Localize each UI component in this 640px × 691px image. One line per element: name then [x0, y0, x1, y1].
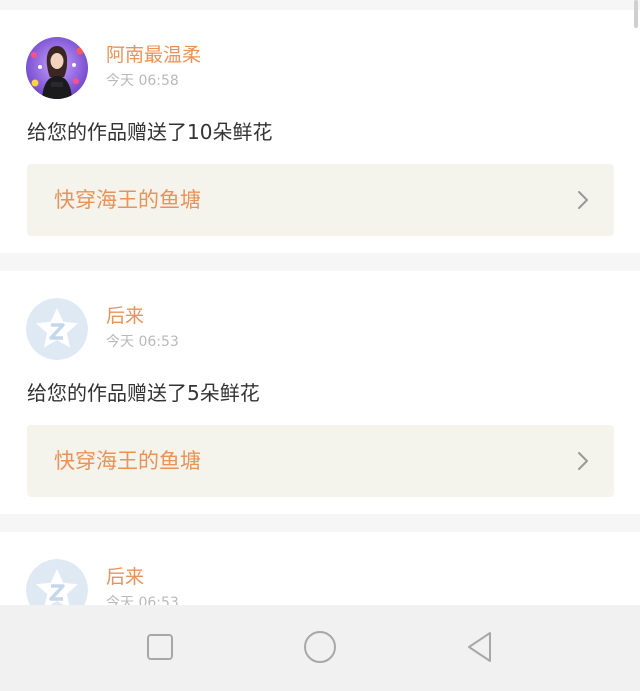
home-button[interactable] [300, 627, 340, 667]
default-avatar[interactable] [26, 559, 88, 605]
gift-feed: 阿南最温柔 今天 06:58 给您的作品赠送了10朵鲜花 快穿海王的鱼塘 后来 … [0, 0, 640, 605]
default-avatar[interactable] [26, 298, 88, 360]
user-avatar[interactable] [26, 37, 88, 99]
recent-apps-button[interactable] [140, 627, 180, 667]
circle-icon [304, 631, 336, 663]
gift-card: 后来 今天 06:53 给您的作品赠送了5朵鲜花 快穿海王的鱼塘 [0, 271, 640, 514]
scroll-indicator[interactable] [634, 0, 638, 28]
gift-message: 给您的作品赠送了5朵鲜花 [27, 381, 260, 405]
gift-card: 后来 今天 06:53 [0, 532, 640, 605]
gift-card: 阿南最温柔 今天 06:58 给您的作品赠送了10朵鲜花 快穿海王的鱼塘 [0, 10, 640, 253]
gift-message: 给您的作品赠送了10朵鲜花 [27, 120, 273, 144]
chevron-right-icon [576, 189, 590, 215]
work-title: 快穿海王的鱼塘 [54, 188, 201, 212]
work-link[interactable]: 快穿海王的鱼塘 [27, 425, 614, 497]
square-icon [147, 634, 173, 660]
work-link[interactable]: 快穿海王的鱼塘 [27, 164, 614, 236]
username[interactable]: 后来 [106, 304, 144, 328]
timestamp: 今天 06:58 [106, 73, 179, 89]
timestamp: 今天 06:53 [106, 595, 179, 605]
username[interactable]: 后来 [106, 565, 144, 589]
timestamp: 今天 06:53 [106, 334, 179, 350]
chevron-right-icon [576, 450, 590, 476]
system-nav-bar [0, 605, 640, 691]
back-button[interactable] [460, 627, 500, 667]
triangle-back-icon [468, 632, 491, 662]
work-title: 快穿海王的鱼塘 [54, 449, 201, 473]
username[interactable]: 阿南最温柔 [106, 43, 201, 67]
